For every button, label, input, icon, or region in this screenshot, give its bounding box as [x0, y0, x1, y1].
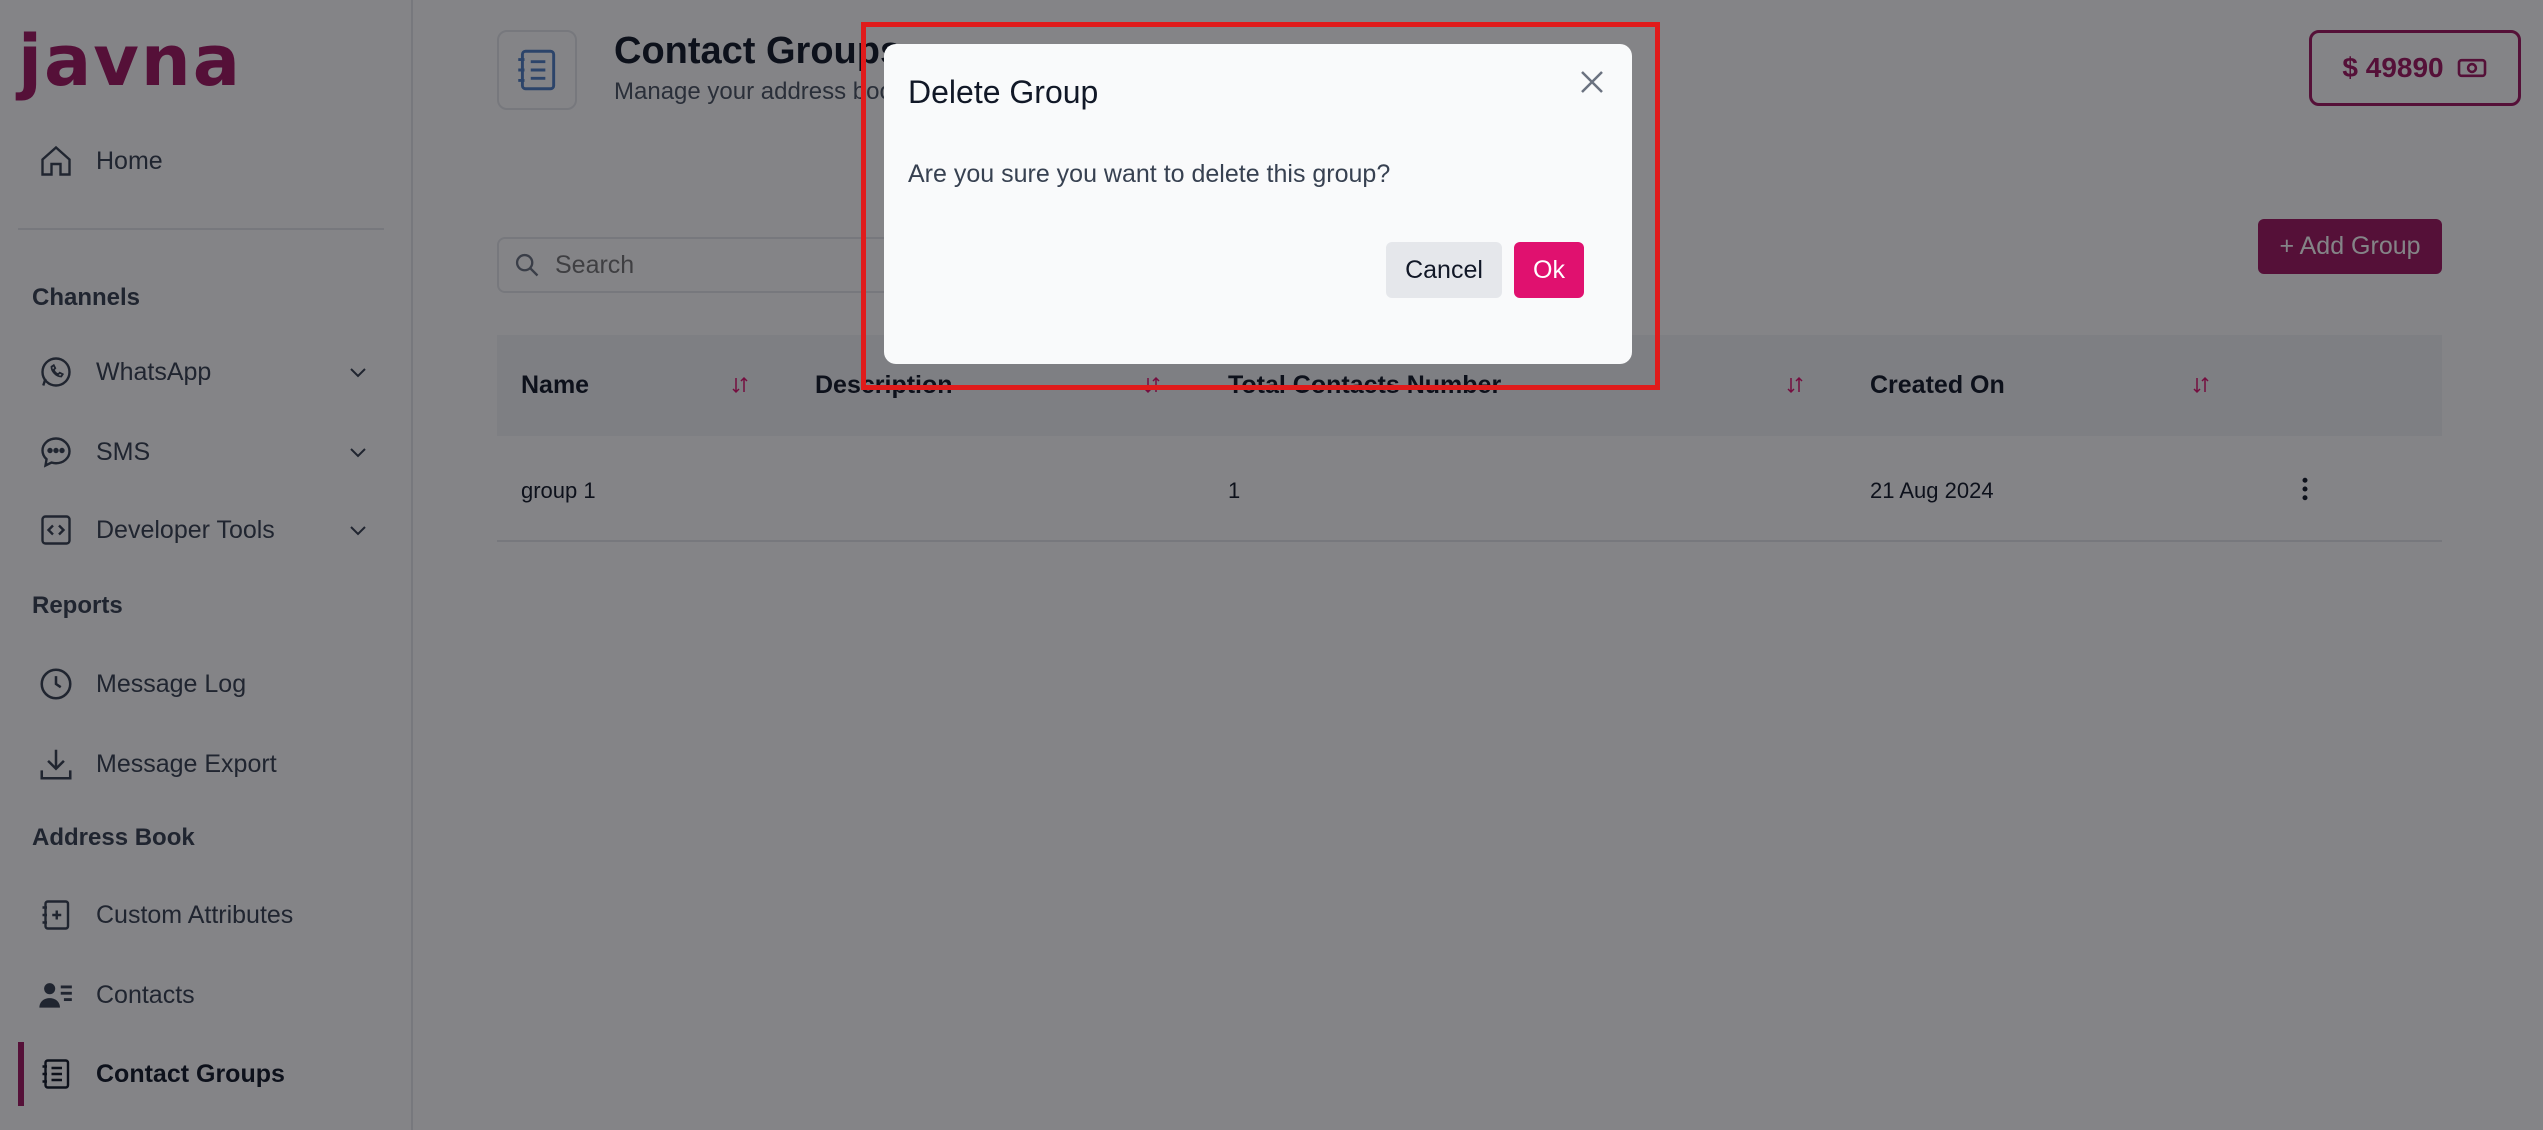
highlight-box	[861, 22, 1660, 390]
